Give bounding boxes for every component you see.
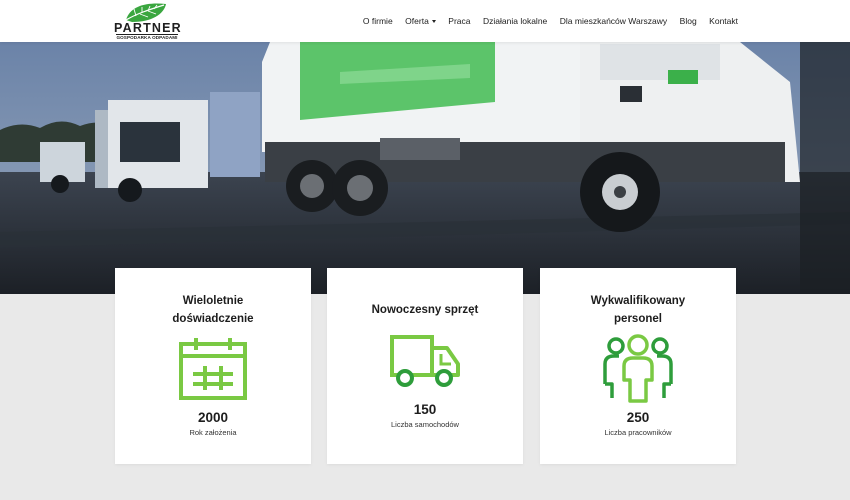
card-label: Liczba samochodów — [391, 420, 459, 429]
brand-name: PARTNER — [114, 21, 182, 35]
nav-item-label: O firmie — [362, 16, 393, 26]
brand-tagline: GOSPODARKA ODPADAMI — [116, 35, 178, 40]
main-nav: O firmie Oferta Praca Działania lokalne … — [350, 0, 738, 42]
nav-item-label: Oferta — [405, 16, 429, 26]
card-title: Wieloletnie — [182, 295, 244, 307]
card-label: Rok założenia — [189, 428, 237, 437]
calendar-icon — [179, 338, 247, 400]
feature-card-staff: Wykwalifikowany personel 250 Liczba prac… — [540, 268, 736, 464]
nav-item-blog[interactable]: Blog — [680, 16, 697, 26]
nav-item-kontakt[interactable]: Kontakt — [709, 16, 738, 26]
nav-item-label: Praca — [448, 16, 471, 26]
feature-card-experience: Wieloletnie doświadczenie 2000 Rok założ… — [115, 268, 311, 464]
nav-item-dzialania-lokalne[interactable]: Działania lokalne — [483, 16, 547, 26]
card-title: personel — [614, 313, 662, 325]
nav-item-praca[interactable]: Praca — [448, 16, 470, 26]
nav-item-oferta[interactable]: Oferta — [405, 16, 436, 26]
card-title: Wykwalifikowany — [590, 295, 686, 307]
nav-item-dla-mieszkancow[interactable]: Dla mieszkańców Warszawy — [560, 16, 667, 26]
card-value: 2000 — [197, 410, 229, 425]
card-title: Nowoczesny sprzęt — [371, 304, 479, 316]
nav-item-label: Blog — [679, 16, 697, 26]
caret-down-icon — [431, 19, 436, 23]
garbage-trucks-illustration — [0, 42, 850, 294]
card-label: Liczba pracowników — [604, 428, 672, 437]
nav-item-o-firmie[interactable]: O firmie — [363, 16, 393, 26]
card-value: 250 — [626, 410, 650, 425]
team-icon — [603, 334, 673, 403]
nav-item-label: Działania lokalne — [483, 16, 548, 26]
site-header: PARTNER GOSPODARKA ODPADAMI O firmie Ofe… — [0, 0, 850, 42]
card-value: 150 — [413, 402, 437, 417]
nav-item-label: Dla mieszkańców Warszawy — [559, 16, 668, 26]
nav-item-label: Kontakt — [709, 16, 738, 26]
logo[interactable]: PARTNER GOSPODARKA ODPADAMI — [114, 2, 182, 42]
feature-card-equipment: Nowoczesny sprzęt 150 Liczba samochodów — [327, 268, 523, 464]
hero-image — [0, 42, 850, 294]
card-title: doświadczenie — [172, 313, 254, 325]
truck-icon — [390, 335, 460, 387]
